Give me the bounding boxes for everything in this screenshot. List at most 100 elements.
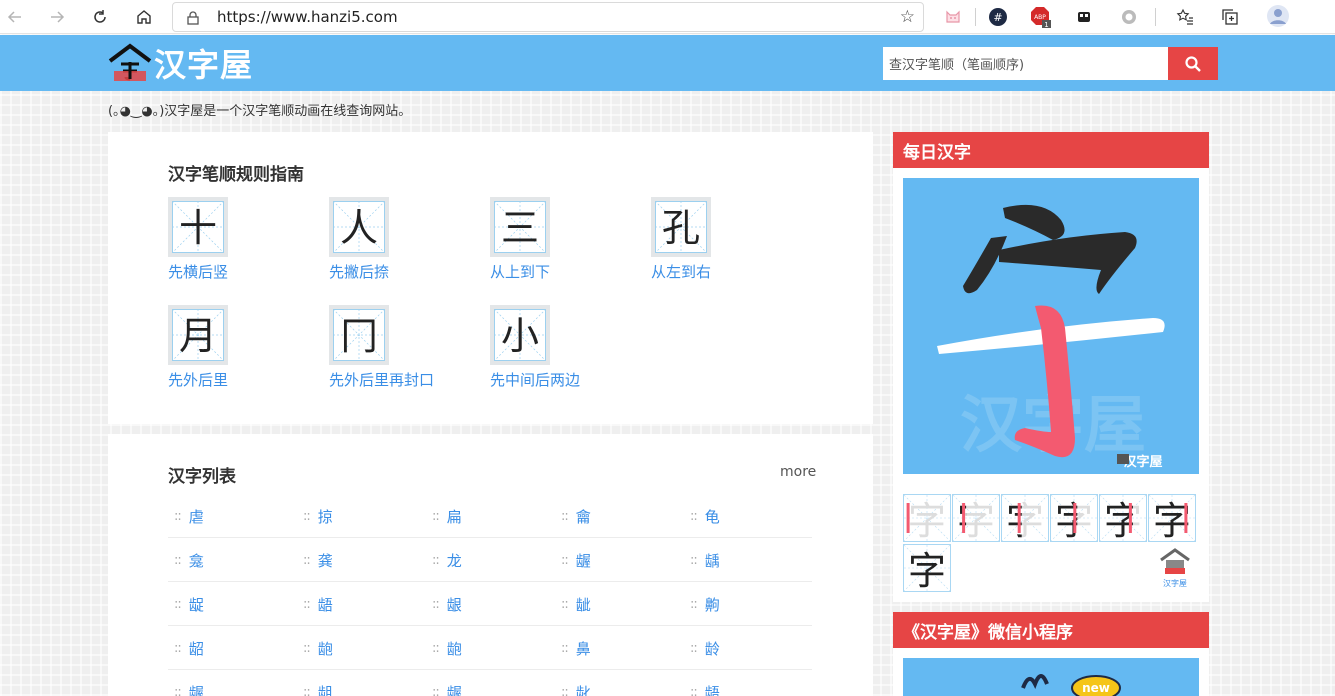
stroke-rule-thumbnail[interactable]: 冂 xyxy=(329,305,389,365)
address-url[interactable]: https://www.hanzi5.com xyxy=(217,8,398,26)
character-text[interactable]: 龃 xyxy=(318,682,333,696)
character-link[interactable]: :: 龛 xyxy=(174,538,204,582)
character-text[interactable]: 龋 xyxy=(705,550,720,571)
character-link[interactable]: :: 龉 xyxy=(303,582,333,626)
character-text[interactable]: 龊 xyxy=(189,594,204,615)
favorite-star-icon[interactable]: ☆ xyxy=(900,7,915,27)
stroke-rule-label[interactable]: 从左到右 xyxy=(651,261,771,282)
stroke-rule-item[interactable]: 三从上到下 xyxy=(490,197,610,282)
character-link[interactable]: :: 扁 xyxy=(432,494,462,538)
stroke-rule-thumbnail[interactable]: 十 xyxy=(168,197,228,257)
character-link[interactable]: :: 龃 xyxy=(303,670,333,696)
stroke-step-tile[interactable]: 字字 xyxy=(952,494,1000,542)
stroke-rule-thumbnail[interactable]: 月 xyxy=(168,305,228,365)
character-text[interactable]: 龙 xyxy=(447,550,462,571)
address-bar[interactable]: https://www.hanzi5.com ☆ xyxy=(172,2,924,32)
character-link[interactable]: :: 虐 xyxy=(174,494,204,538)
character-link[interactable]: :: 龙 xyxy=(432,538,462,582)
stroke-rule-label[interactable]: 先中间后两边 xyxy=(490,369,610,390)
more-link[interactable]: more xyxy=(780,464,816,480)
character-link[interactable]: :: 龅 xyxy=(303,626,333,670)
stroke-rule-thumbnail[interactable]: 孔 xyxy=(651,197,711,257)
back-button[interactable] xyxy=(2,4,28,30)
stroke-rule-label[interactable]: 先横后竖 xyxy=(168,261,288,282)
stroke-rule-thumbnail[interactable]: 人 xyxy=(329,197,389,257)
character-link[interactable]: :: 龀 xyxy=(561,670,591,696)
stroke-rule-item[interactable]: 月先外后里 xyxy=(168,305,288,390)
character-link[interactable]: :: 齁 xyxy=(690,582,720,626)
stroke-step-tile[interactable]: 字字 xyxy=(1050,494,1098,542)
character-text[interactable]: 扁 xyxy=(447,506,462,527)
tab-extension-icon[interactable] xyxy=(1073,6,1095,28)
character-text[interactable]: 龠 xyxy=(576,506,591,527)
stroke-rule-label[interactable]: 从上到下 xyxy=(490,261,610,282)
character-text[interactable]: 掠 xyxy=(318,506,333,527)
character-text[interactable]: 龈 xyxy=(447,594,462,615)
character-text[interactable]: 虐 xyxy=(189,506,204,527)
favorites-icon[interactable] xyxy=(1174,6,1196,28)
character-link[interactable]: :: 龆 xyxy=(174,626,204,670)
home-button[interactable] xyxy=(131,4,157,30)
search-input[interactable]: 查汉字笔顺（笔画顺序) xyxy=(883,47,1168,80)
stroke-rule-item[interactable]: 小先中间后两边 xyxy=(490,305,610,390)
stroke-step-tile[interactable]: 字字 xyxy=(1001,494,1049,542)
character-text[interactable]: 龅 xyxy=(447,638,462,659)
character-text[interactable]: 龚 xyxy=(318,550,333,571)
stroke-rule-thumbnail[interactable]: 小 xyxy=(490,305,550,365)
character-text[interactable]: 龌 xyxy=(189,682,204,696)
character-text[interactable]: 龌 xyxy=(447,682,462,696)
stroke-rule-thumbnail[interactable]: 三 xyxy=(490,197,550,257)
character-link[interactable]: :: 掠 xyxy=(303,494,333,538)
stroke-rule-item[interactable]: 十先横后竖 xyxy=(168,197,288,282)
character-link[interactable]: :: 龋 xyxy=(690,538,720,582)
character-text[interactable]: 龌 xyxy=(576,550,591,571)
character-link[interactable]: :: 龚 xyxy=(303,538,333,582)
stroke-step-tile[interactable]: 字字 xyxy=(1148,494,1196,542)
character-text[interactable]: 龅 xyxy=(318,638,333,659)
stroke-rule-label[interactable]: 先撇后捺 xyxy=(329,261,449,282)
collections-icon[interactable] xyxy=(1219,6,1241,28)
character-link[interactable]: :: 龉 xyxy=(690,670,720,696)
character-link[interactable]: :: 鼻 xyxy=(561,626,591,670)
bullet-icon: :: xyxy=(561,640,569,656)
stroke-step-tile[interactable]: 字 xyxy=(903,544,951,592)
character-text[interactable]: 龇 xyxy=(576,594,591,615)
character-text[interactable]: 齁 xyxy=(705,594,720,615)
stroke-rule-label[interactable]: 先外后里 xyxy=(168,369,288,390)
character-link[interactable]: :: 龇 xyxy=(561,582,591,626)
stroke-rule-item[interactable]: 人先撇后捺 xyxy=(329,197,449,282)
stroke-rule-item[interactable]: 冂先外后里再封口 xyxy=(329,305,449,390)
character-link[interactable]: :: 龠 xyxy=(561,494,591,538)
stroke-rule-label[interactable]: 先外后里再封口 xyxy=(329,369,449,390)
hash-extension-icon[interactable]: # xyxy=(987,6,1009,28)
circle-extension-icon[interactable] xyxy=(1118,6,1140,28)
character-link[interactable]: :: 龈 xyxy=(432,582,462,626)
daily-character-animation[interactable]: 汉字屋 汉字屋 xyxy=(903,178,1199,474)
character-text[interactable]: 龆 xyxy=(189,638,204,659)
character-link[interactable]: :: 龌 xyxy=(432,670,462,696)
forward-button[interactable] xyxy=(44,4,70,30)
character-text[interactable]: 龉 xyxy=(705,682,720,696)
refresh-button[interactable] xyxy=(87,4,113,30)
profile-avatar[interactable] xyxy=(1265,3,1291,29)
character-text[interactable]: 龉 xyxy=(318,594,333,615)
cat-extension-icon[interactable] xyxy=(942,6,964,28)
site-logo[interactable]: 汉字屋 xyxy=(108,43,253,84)
character-link[interactable]: :: 龅 xyxy=(432,626,462,670)
character-link[interactable]: :: 龌 xyxy=(561,538,591,582)
character-link[interactable]: :: 龟 xyxy=(690,494,720,538)
character-link[interactable]: :: 龊 xyxy=(174,582,204,626)
stroke-rule-item[interactable]: 孔从左到右 xyxy=(651,197,771,282)
search-button[interactable] xyxy=(1168,47,1218,80)
character-text[interactable]: 鼻 xyxy=(576,638,591,659)
stroke-step-tile[interactable]: 字字 xyxy=(1099,494,1147,542)
character-text[interactable]: 龟 xyxy=(705,506,720,527)
wechat-banner[interactable]: new xyxy=(903,658,1199,696)
adblock-extension-icon[interactable]: ABP 1 xyxy=(1030,6,1052,28)
character-link[interactable]: :: 龌 xyxy=(174,670,204,696)
character-text[interactable]: 龛 xyxy=(189,550,204,571)
character-link[interactable]: :: 龄 xyxy=(690,626,720,670)
character-text[interactable]: 龄 xyxy=(705,638,720,659)
character-text[interactable]: 龀 xyxy=(576,682,591,696)
stroke-step-tile[interactable]: 字字 xyxy=(903,494,951,542)
